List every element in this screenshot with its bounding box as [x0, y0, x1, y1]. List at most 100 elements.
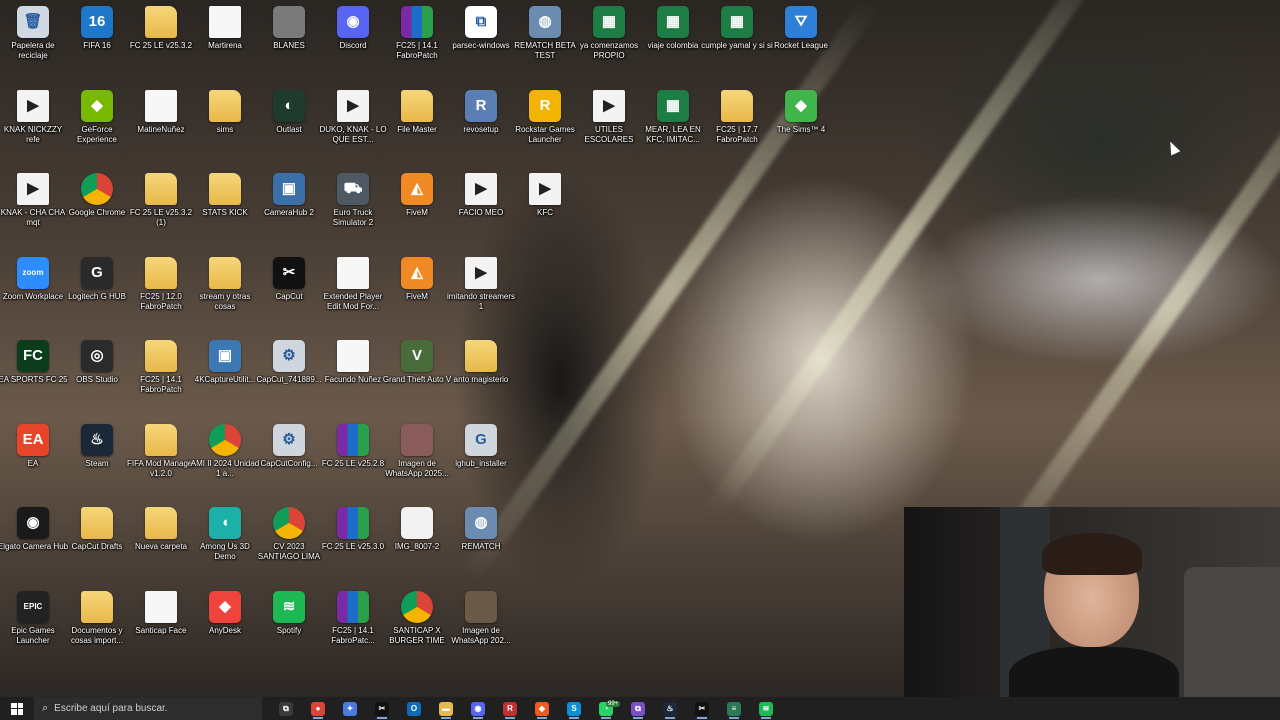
folder-icon [81, 590, 113, 623]
taskbar-capcut-button[interactable]: ✂ [366, 697, 398, 720]
notification-badge: 99+ [606, 701, 621, 707]
rematch-icon: ◍ [529, 6, 561, 38]
taskbar-pinned-apps: ⧉ ● ✦ ✂ O ▬ ◉ R ◆ S ◔ 99+ ⧉ ♨ ✂ ≡ ≋ [270, 697, 782, 720]
file-icon [145, 89, 177, 122]
taskbar-chrome-button[interactable]: ● [302, 697, 334, 720]
spreadsheet-icon: ▦ [721, 6, 753, 38]
obs-icon: ◎ [81, 340, 113, 372]
taskbar-task-view-button[interactable]: ⧉ [270, 697, 302, 720]
chrome-icon [401, 590, 433, 623]
amongus-icon: ◖ [209, 507, 241, 539]
chrome-icon [209, 423, 241, 456]
folder-icon [209, 173, 241, 205]
taskbar-search-box[interactable]: ⌕ Escribe aquí para buscar. [34, 697, 262, 720]
taskbar-notepad-button[interactable]: ≡ [718, 697, 750, 720]
installer-icon: G [465, 423, 497, 456]
folder-icon [465, 340, 497, 372]
taskbar-capcut-button[interactable]: ✂ [686, 697, 718, 720]
winrar-icon [337, 507, 369, 539]
video-icon: ▶ [337, 89, 369, 122]
rockstar-icon: R [529, 89, 561, 122]
file-explorer-icon: ▬ [439, 701, 453, 716]
capcut-icon: ✂ [273, 256, 305, 289]
taskbar: ⌕ Escribe aquí para buscar. ⧉ ● ✦ ✂ O ▬ ◉ R ◆ S ◔ 9… [0, 697, 1280, 720]
folder-icon [145, 507, 177, 539]
taskbar-steam-button[interactable]: ♨ [654, 697, 686, 720]
desktop-icon[interactable]: ◆ The Sims™ 4 [763, 89, 839, 135]
desktop-icon-label: anto magisterio [453, 375, 509, 384]
capture-icon: ▣ [209, 340, 241, 372]
logitech-icon: G [81, 256, 113, 289]
folder-icon [145, 173, 177, 205]
skype-icon: S [567, 701, 581, 716]
video-icon: ▶ [529, 173, 561, 205]
brave-icon: ◆ [535, 701, 549, 716]
task-view-icon: ⧉ [279, 701, 293, 716]
folder-icon [145, 6, 177, 38]
image-icon [465, 590, 497, 623]
taskbar-rockstar-button[interactable]: R [494, 697, 526, 720]
search-placeholder: Escribe aquí para buscar. [54, 703, 168, 714]
geforce-icon: ◆ [81, 89, 113, 122]
taskbar-file-explorer-button[interactable]: ▬ [430, 697, 462, 720]
winrar-icon [337, 423, 369, 456]
ets2-icon: ⛟ [337, 173, 369, 205]
windows-logo-icon [11, 702, 23, 715]
folder-icon [145, 340, 177, 372]
chrome-icon: ● [311, 701, 325, 716]
capcut-icon: ✂ [695, 701, 709, 716]
video-icon: ▶ [465, 173, 497, 205]
discord-icon: ◉ [337, 6, 369, 38]
desktop-icon[interactable]: ▶ imitando streamers 1 [443, 256, 519, 312]
taskbar-whatsapp-button[interactable]: ◔ 99+ [590, 697, 622, 720]
taskbar-copilot-button[interactable]: ✦ [334, 697, 366, 720]
video-icon: ▶ [17, 173, 49, 205]
video-icon: ▶ [465, 256, 497, 289]
folder-icon [209, 89, 241, 122]
desktop-icon[interactable]: Glghub_installer [443, 423, 519, 469]
desktop-icon[interactable]: anto magisterio [443, 340, 519, 385]
steam-icon: ♨ [81, 423, 113, 456]
anydesk-icon: ◆ [209, 590, 241, 623]
spotify-icon: ≋ [759, 701, 773, 716]
search-icon: ⌕ [42, 702, 49, 714]
folder-icon [721, 89, 753, 122]
desktop-icon[interactable]: ▶ KFC [507, 173, 583, 218]
chrome-icon [273, 507, 305, 539]
image-icon [401, 507, 433, 539]
gta-icon: V [401, 340, 433, 372]
outlast-icon: ◐ [273, 89, 305, 122]
taskbar-brave-button[interactable]: ◆ [526, 697, 558, 720]
fifa16-icon: 16 [81, 6, 113, 38]
steam-icon: ♨ [663, 701, 677, 716]
rocket-league-icon: ⛛ [785, 6, 817, 38]
taskbar-discord-button[interactable]: ◉ [462, 697, 494, 720]
desktop-icon-label: imitando streamers 1 [446, 291, 516, 311]
installer-icon: ⚙ [273, 423, 305, 456]
folder-icon [145, 423, 177, 456]
taskbar-outlook-button[interactable]: O [398, 697, 430, 720]
desktop-icon[interactable]: Imagen de WhatsApp 202... [443, 590, 519, 646]
taskbar-skype-button[interactable]: S [558, 697, 590, 720]
desktop-icon-label: REMATCH [461, 542, 501, 551]
elgato-icon: ◉ [17, 507, 49, 539]
folder-icon [81, 507, 113, 539]
recycle-bin-icon: 🗑 [17, 6, 49, 38]
taskbar-spotify-button[interactable]: ≋ [750, 697, 782, 720]
revo-icon: R [465, 89, 497, 122]
folder-icon [209, 256, 241, 289]
start-button[interactable] [0, 697, 34, 720]
rematch-icon: ◍ [465, 507, 497, 539]
desktop-icon-label: The Sims™ 4 [776, 124, 826, 134]
sims-icon: ◆ [785, 89, 817, 122]
video-icon: ▶ [593, 89, 625, 122]
desktop-icon[interactable]: ⛛ Rocket League [763, 6, 839, 51]
desktop-icon[interactable]: ◍ REMATCH [443, 507, 519, 552]
ea-icon: EA [17, 423, 49, 456]
file-icon [209, 6, 241, 38]
fivem-icon: ◭ [401, 256, 433, 289]
spreadsheet-icon: ▦ [593, 6, 625, 38]
taskbar-parsec-button[interactable]: ⧉ [622, 697, 654, 720]
spreadsheet-icon: ▦ [657, 6, 689, 38]
desktop-icon-label: Imagen de WhatsApp 202... [451, 625, 511, 645]
